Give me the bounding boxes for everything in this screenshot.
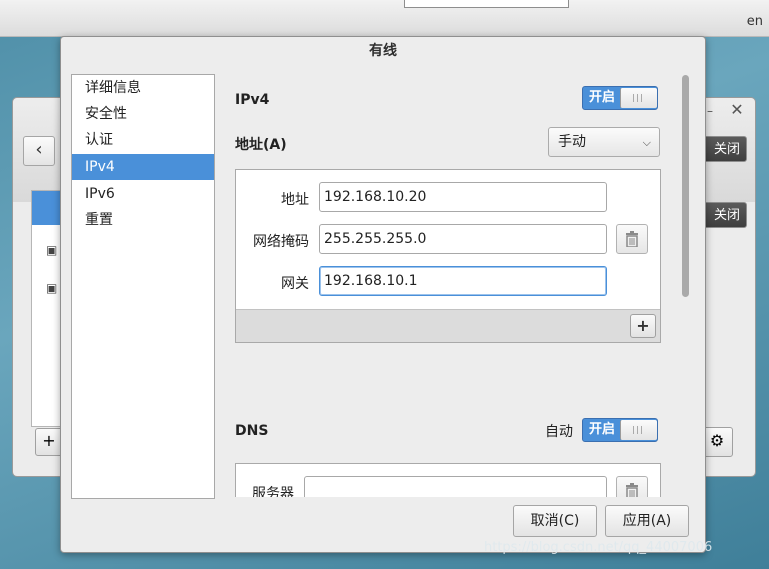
back-button[interactable]: ‹ — [23, 136, 55, 166]
scrollbar-thumb[interactable] — [682, 75, 689, 297]
watermark: https://blog.csdn.net/qq_44007006 — [484, 540, 713, 555]
dns-server-input[interactable] — [304, 476, 607, 497]
close-button[interactable]: 关闭 — [699, 136, 747, 162]
gateway-field-label: 网关 — [281, 276, 309, 292]
add-address-button[interactable]: + — [630, 314, 656, 338]
toggle-knob — [620, 88, 657, 108]
address-panel: 地址 192.168.10.20 网络掩码 255.255.255.0 网关 1… — [235, 169, 661, 343]
delete-dns-button[interactable] — [616, 476, 648, 497]
chevron-down-icon: ⌵ — [642, 136, 651, 149]
toggle-knob — [620, 420, 657, 440]
settings-sidebar: 详细信息 安全性 认证 IPv4 IPv6 重置 — [71, 74, 215, 499]
trash-icon — [626, 231, 638, 247]
sidebar-item-authentication[interactable]: 认证 — [72, 127, 214, 153]
ipv4-section-label: IPv4 — [235, 92, 270, 108]
dns-auto-toggle[interactable]: 开启 — [582, 418, 658, 442]
toggle-on-label: 开启 — [588, 422, 615, 437]
cancel-button[interactable]: 取消(C) — [513, 505, 597, 537]
dns-panel: 服务器 + — [235, 463, 661, 497]
address-input[interactable]: 192.168.10.20 — [319, 182, 607, 212]
chevron-left-icon: ‹ — [35, 139, 43, 160]
minimize-icon[interactable]: – — [707, 104, 721, 118]
dns-auto-label: 自动 — [545, 424, 573, 440]
plus-icon: + — [636, 316, 650, 335]
ipv4-settings-panel: IPv4 开启 地址(A) 手动 ⌵ 地址 192.168.10.20 网络掩码… — [217, 75, 677, 497]
sidebar-item-ipv6[interactable]: IPv6 — [72, 181, 214, 207]
dns-section-label: DNS — [235, 423, 269, 439]
address-field-label: 地址 — [281, 192, 309, 208]
address-method-label: 地址(A) — [235, 137, 287, 153]
tooltip-fragment — [404, 0, 569, 8]
plus-icon: + — [42, 431, 56, 450]
top-bar: en — [0, 0, 769, 37]
close-button-2[interactable]: 关闭 — [699, 202, 747, 228]
wired-settings-dialog: 有线 详细信息 安全性 认证 IPv4 IPv6 重置 IPv4 开启 地址(A… — [60, 36, 706, 553]
window-close-icon[interactable]: ✕ — [727, 100, 747, 120]
toggle-on-label: 开启 — [588, 90, 615, 105]
address-panel-footer: + — [236, 309, 660, 342]
vertical-scrollbar[interactable] — [679, 75, 691, 497]
gear-icon: ⚙ — [709, 431, 725, 450]
add-device-button[interactable]: + — [35, 428, 63, 456]
sidebar-item-ipv4[interactable]: IPv4 — [72, 154, 214, 180]
trash-icon — [626, 483, 638, 497]
delete-address-button[interactable] — [616, 224, 648, 254]
address-method-value: 手动 — [558, 134, 586, 150]
ipv4-toggle[interactable]: 开启 — [582, 86, 658, 110]
sidebar-item-security[interactable]: 安全性 — [72, 101, 214, 127]
netmask-input[interactable]: 255.255.255.0 — [319, 224, 607, 254]
dns-server-label: 服务器 — [252, 486, 294, 497]
apply-button[interactable]: 应用(A) — [605, 505, 689, 537]
sidebar-item-reset[interactable]: 重置 — [72, 207, 214, 233]
gateway-input[interactable]: 192.168.10.1 — [319, 266, 607, 296]
address-method-select[interactable]: 手动 ⌵ — [548, 127, 660, 157]
sidebar-item-details[interactable]: 详细信息 — [72, 75, 214, 101]
dialog-title: 有线 — [369, 43, 397, 59]
netmask-field-label: 网络掩码 — [253, 234, 309, 250]
language-indicator[interactable]: en — [747, 14, 763, 29]
